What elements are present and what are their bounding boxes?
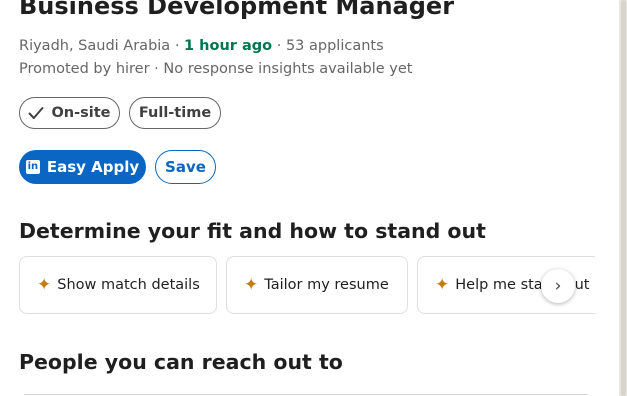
meta-separator: · [276, 38, 282, 54]
promoted-by: Promoted by hirer [19, 61, 150, 77]
response-insights: No response insights available yet [163, 61, 413, 77]
linkedin-icon: in [25, 160, 40, 174]
tag-label: Full-time [138, 105, 212, 121]
tag-label: On-site [51, 105, 111, 121]
meta-separator: · [174, 38, 180, 54]
promoted-line: Promoted by hirer · No response insights… [19, 61, 412, 77]
sparkle-icon: ✦ [244, 274, 259, 295]
chip-label: Show match details [57, 277, 200, 293]
applicant-count: 53 applicants [285, 38, 384, 54]
fit-section-title: Determine your fit and how to stand out [19, 219, 486, 243]
job-location: Riyadh, Saudi Arabia [19, 38, 171, 54]
job-meta-line: Riyadh, Saudi Arabia · 1 hour ago · 53 a… [19, 38, 384, 54]
show-match-details-button[interactable]: ✦ Show match details [19, 256, 217, 314]
save-label: Save [165, 158, 206, 176]
save-button[interactable]: Save [155, 150, 216, 184]
posted-time: 1 hour ago [184, 38, 273, 54]
fit-carousel: ✦ Show match details ✦ Tailor my resume … [19, 256, 595, 316]
page-scrollbar[interactable] [619, 0, 627, 396]
sparkle-icon: ✦ [435, 274, 450, 295]
sparkle-icon: ✦ [37, 274, 52, 295]
tag-full-time[interactable]: Full-time [129, 97, 221, 129]
meta-separator: · [154, 61, 159, 77]
chip-label: Tailor my resume [264, 277, 389, 293]
job-title: Business Development Manager [19, 0, 455, 20]
people-section-title: People you can reach out to [19, 350, 343, 374]
tailor-resume-button[interactable]: ✦ Tailor my resume [226, 256, 408, 314]
job-details-card: Business Development Manager Riyadh, Sau… [0, 0, 619, 396]
check-icon [28, 106, 44, 120]
chevron-right-icon: › [554, 276, 562, 296]
tag-on-site[interactable]: On-site [19, 97, 120, 129]
scrollbar-thumb[interactable] [621, 0, 626, 396]
easy-apply-label: Easy Apply [46, 158, 140, 176]
section-divider [24, 394, 588, 395]
easy-apply-button[interactable]: in Easy Apply [19, 150, 146, 184]
carousel-next-button[interactable]: › [541, 269, 575, 303]
